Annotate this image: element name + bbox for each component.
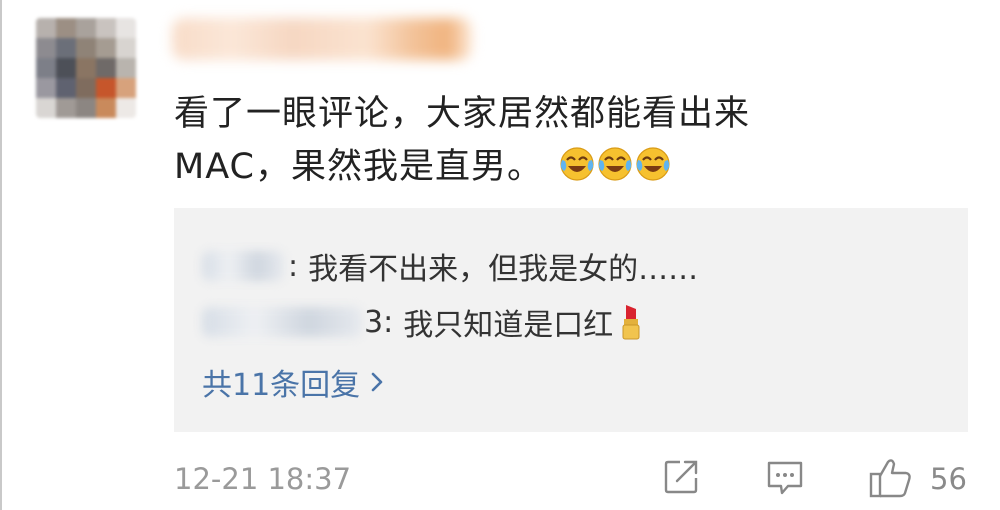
share-icon	[664, 460, 698, 494]
reply-text: 我看不出来，但我是女的……	[308, 252, 699, 287]
avatar[interactable]	[36, 18, 136, 118]
reply-item[interactable]: : 我看不出来，但我是女的……	[202, 244, 698, 288]
reply-name-suffix: 3:	[364, 304, 394, 340]
like-count: 56	[930, 462, 967, 496]
view-more-replies-link[interactable]: 共11条回复	[202, 360, 388, 404]
comment-line-1: 看了一眼评论，大家居然都能看出来	[174, 94, 751, 134]
reply-username-redacted[interactable]	[202, 307, 362, 337]
tears-of-joy-icon	[559, 145, 671, 198]
reply-comment-button[interactable]	[764, 456, 806, 502]
comment-text: 看了一眼评论，大家居然都能看出来 MAC，果然我是直男。	[174, 88, 894, 198]
username-redacted[interactable]	[172, 18, 472, 60]
left-border	[0, 0, 2, 510]
reply-item[interactable]: 3: 我只知道是口红	[202, 300, 641, 344]
comment-bubble-icon	[767, 461, 803, 495]
like-button[interactable]	[868, 456, 914, 504]
comment-line-2: MAC，果然我是直男。	[174, 141, 894, 198]
view-more-replies-label: 共11条回复	[202, 368, 361, 403]
thumbs-up-icon	[869, 459, 911, 498]
comment-timestamp: 12-21 18:37	[174, 462, 352, 496]
share-button[interactable]	[660, 456, 702, 502]
chevron-right-icon	[366, 370, 388, 394]
reply-username-redacted[interactable]	[202, 251, 284, 281]
reply-name-suffix: :	[288, 248, 299, 284]
lipstick-icon	[621, 303, 641, 341]
replies-panel: : 我看不出来，但我是女的…… 3: 我只知道是口红 共11条回复	[174, 208, 968, 432]
reply-text: 我只知道是口红	[403, 308, 614, 343]
comment-line-2-text: MAC，果然我是直男。	[174, 147, 543, 187]
